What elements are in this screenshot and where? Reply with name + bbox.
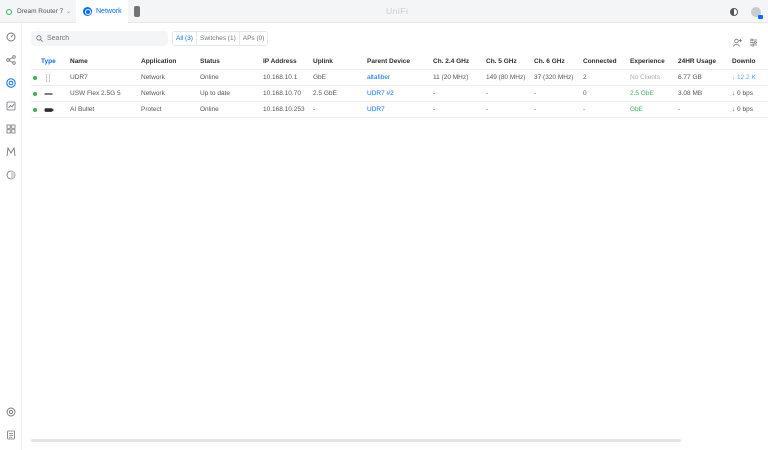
add-device-icon[interactable]	[733, 34, 742, 47]
theme-toggle-icon[interactable]	[730, 7, 738, 16]
device-download: ↓ 0 bps	[732, 90, 753, 97]
statistics-icon[interactable]	[6, 101, 16, 111]
online-status-icon	[33, 108, 37, 112]
protect-app-icon[interactable]	[134, 6, 140, 17]
device-experience: No Clients	[630, 74, 660, 81]
column-settings-icon[interactable]	[749, 34, 758, 47]
col-name[interactable]: Name	[70, 54, 88, 70]
device-application: Network	[141, 74, 165, 81]
chevron-down-icon: ⌄	[65, 9, 71, 15]
col-ch-6[interactable]: Ch. 6 GHz	[534, 54, 565, 70]
filter-all[interactable]: All (3)	[173, 32, 196, 45]
parent-device-link[interactable]: altafiber	[367, 70, 390, 86]
device-ch6: 37 (320 MHz)	[534, 74, 574, 81]
parent-device-link[interactable]: UDR7 #2	[367, 86, 394, 102]
filter-aps[interactable]: APs (0)	[238, 32, 268, 45]
apps-grid-icon[interactable]	[6, 124, 16, 134]
insights-icon[interactable]	[6, 170, 16, 180]
top-bar: Dream Router 7 ⌄ Network UniFi	[0, 0, 768, 23]
search-icon	[36, 35, 43, 42]
sidebar	[0, 23, 22, 450]
tab-network-label: Network	[96, 8, 122, 15]
col-ip-address[interactable]: IP Address	[263, 54, 297, 70]
col-parent-device[interactable]: Parent Device	[367, 54, 410, 70]
device-ip: 10.168.10.70	[263, 90, 301, 97]
col-ch-5[interactable]: Ch. 5 GHz	[486, 54, 517, 70]
network-app-icon	[83, 7, 92, 16]
online-status-icon	[33, 92, 37, 96]
device-ch5: 149 (80 MHz)	[486, 74, 526, 81]
device-experience: GbE	[630, 106, 644, 113]
col-application[interactable]: Application	[141, 54, 176, 70]
device-name: AI Bullet	[70, 106, 95, 113]
dashboard-icon[interactable]	[6, 32, 16, 42]
device-usage: 3.08 MB	[678, 90, 703, 97]
col-ch-24[interactable]: Ch. 2.4 GHz	[433, 54, 469, 70]
avatar[interactable]	[751, 6, 763, 19]
brand-logo: UniFi	[386, 6, 409, 16]
device-connected: 0	[583, 90, 587, 97]
notes-icon[interactable]	[6, 430, 16, 440]
device-download: ↓ 0 bps	[732, 106, 753, 113]
device-experience: 2.5 GbE	[630, 90, 654, 97]
device-connected: 2	[583, 74, 587, 81]
device-ip: 10.168.10.253	[263, 106, 305, 113]
table-row[interactable]: USW Flex 2.5G 5 Network Up to date 10.16…	[31, 86, 768, 102]
device-ch5: -	[486, 106, 489, 113]
device-usage: -	[678, 106, 681, 113]
horizontal-scrollbar[interactable]	[31, 439, 681, 442]
device-name: USW Flex 2.5G 5	[70, 90, 121, 97]
device-status: Online	[200, 106, 219, 113]
devices-table: Type Name Application Status IP Address …	[31, 54, 768, 118]
col-uplink[interactable]: Uplink	[313, 54, 333, 70]
online-status-icon	[33, 76, 37, 80]
search-input[interactable]	[47, 35, 157, 42]
device-name: UDR7	[70, 74, 88, 81]
devices-icon[interactable]	[6, 78, 16, 88]
table-header: Type Name Application Status IP Address …	[31, 54, 768, 70]
tab-network[interactable]: Network	[76, 0, 128, 23]
device-download: ↓ 12.2 K	[732, 74, 756, 81]
device-usage: 6.77 GB	[678, 74, 702, 81]
device-ch24: -	[433, 90, 436, 97]
col-download[interactable]: Downlo	[732, 54, 755, 70]
device-ch24: -	[433, 106, 436, 113]
settings-icon[interactable]	[6, 407, 16, 417]
device-ch24: 11 (20 MHz)	[433, 74, 469, 81]
col-status[interactable]: Status	[200, 54, 220, 70]
device-ip: 10.168.10.1	[263, 74, 298, 81]
traffic-icon[interactable]	[6, 147, 16, 157]
device-uplink: 2.5 GbE	[313, 90, 337, 97]
device-connected: -	[583, 106, 586, 113]
topology-icon[interactable]	[6, 55, 16, 65]
table-row[interactable]: AI Bullet Protect Online 10.168.10.253 -…	[31, 102, 768, 118]
site-name: Dream Router 7	[17, 8, 64, 15]
col-24hr-usage[interactable]: 24HR Usage	[678, 54, 716, 70]
device-uplink: GbE	[313, 74, 327, 81]
switch-device-icon	[44, 93, 53, 95]
table-row[interactable]: UDR7 Network Online 10.168.10.1 GbE alta…	[31, 70, 768, 86]
parent-device-link[interactable]: UDR7	[367, 102, 385, 118]
camera-device-icon	[44, 108, 54, 112]
filter-switches[interactable]: Switches (1)	[195, 32, 239, 45]
site-status-icon	[6, 8, 12, 15]
search-box[interactable]	[31, 31, 168, 46]
device-ch6: -	[534, 90, 537, 97]
router-device-icon	[46, 74, 50, 82]
device-ch6: -	[534, 106, 537, 113]
device-uplink: -	[313, 106, 316, 113]
device-application: Protect	[141, 106, 162, 113]
device-application: Network	[141, 90, 165, 97]
device-ch5: -	[486, 90, 489, 97]
col-experience[interactable]: Experience	[630, 54, 665, 70]
device-status: Online	[200, 74, 219, 81]
col-type[interactable]: Type	[41, 54, 56, 70]
col-connected[interactable]: Connected	[583, 54, 617, 70]
device-filter-group: All (3) Switches (1) APs (0)	[172, 31, 269, 46]
site-switcher[interactable]: Dream Router 7 ⌄	[0, 0, 76, 23]
device-status: Up to date	[200, 90, 230, 97]
